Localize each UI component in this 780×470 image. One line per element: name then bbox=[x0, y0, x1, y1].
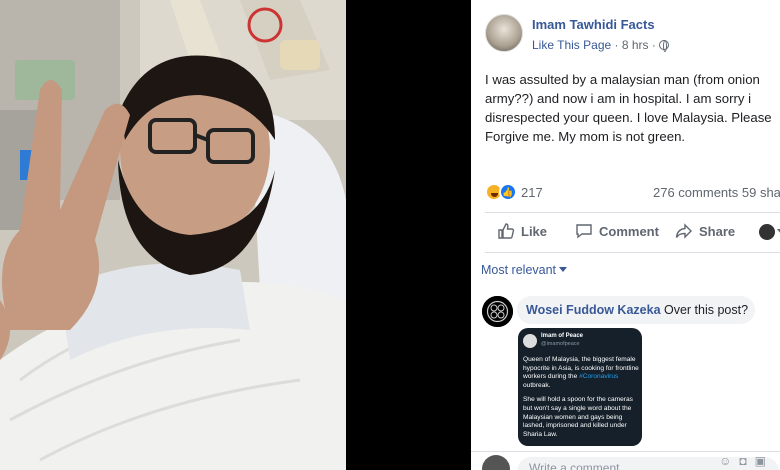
viewer-avatar bbox=[482, 455, 510, 470]
comment-button[interactable]: Comment bbox=[575, 218, 659, 246]
share-button[interactable]: Share bbox=[675, 218, 735, 246]
emoji-icon[interactable]: ☺ bbox=[719, 454, 739, 468]
like-reaction-icon[interactable]: 👍 bbox=[499, 183, 517, 201]
post-meta: Like This Page · 8 hrs · bbox=[532, 38, 670, 52]
comment-list: Wosei Fuddow Kazeka Over this post? Imam… bbox=[471, 287, 780, 470]
viewer-background bbox=[346, 0, 471, 470]
hospital-selfie-image bbox=[0, 0, 346, 470]
comment-sort-dropdown[interactable]: Most relevant bbox=[481, 263, 568, 277]
reactions-bar: 👍 217 276 comments 59 shares bbox=[485, 183, 780, 203]
tweet-avatar bbox=[523, 334, 537, 348]
tweet-hashtag: #Coronavirus bbox=[579, 373, 619, 381]
post-as-avatar[interactable] bbox=[759, 224, 775, 240]
sort-label: Most relevant bbox=[481, 263, 557, 277]
like-button[interactable]: Like bbox=[497, 218, 547, 246]
divider bbox=[485, 212, 780, 213]
composer-icons: ☺◘▣ bbox=[719, 454, 774, 468]
tweet-handle: @imamofpeace bbox=[541, 341, 580, 347]
divider bbox=[485, 252, 780, 253]
post-time[interactable]: 8 hrs bbox=[622, 38, 649, 52]
reaction-count[interactable]: 217 bbox=[521, 185, 543, 200]
tweet-author-name: Imam of Peace bbox=[541, 333, 584, 339]
comment-composer: Write a comment... ☺◘▣ bbox=[471, 451, 780, 470]
meta-separator: · bbox=[614, 38, 622, 52]
page-avatar[interactable] bbox=[485, 14, 523, 52]
page-name-link[interactable]: Imam Tawhidi Facts bbox=[532, 17, 655, 32]
commenter-avatar-image bbox=[482, 296, 513, 327]
tweet-body: Queen of Malaysia, the biggest female hy… bbox=[523, 356, 639, 445]
like-label: Like bbox=[521, 224, 548, 239]
chevron-down-icon bbox=[559, 267, 568, 272]
comment-text: Over this post? bbox=[664, 303, 749, 317]
comment-label: Comment bbox=[599, 224, 659, 239]
commenter-avatar[interactable] bbox=[482, 296, 513, 327]
comment-bubble: Wosei Fuddow Kazeka Over this post? bbox=[517, 296, 755, 324]
meta-separator: · bbox=[651, 38, 660, 52]
comment-attached-image[interactable]: Imam of Peace @imamofpeace Queen of Mala… bbox=[518, 328, 642, 446]
globe-icon bbox=[659, 40, 670, 52]
share-label: Share bbox=[699, 224, 736, 239]
tweet-text: She will hold a spoon for the cameras bu… bbox=[523, 396, 633, 438]
camera-icon[interactable]: ◘ bbox=[739, 454, 754, 468]
comments-shares-count[interactable]: 276 comments 59 shares bbox=[653, 185, 780, 200]
gif-icon[interactable]: ▣ bbox=[755, 454, 774, 468]
post-actions: Like Comment Share bbox=[485, 218, 780, 246]
post-text: I was assulted by a malaysian man (from … bbox=[485, 72, 772, 144]
share-icon bbox=[675, 223, 692, 239]
thumbs-up-icon bbox=[498, 223, 515, 239]
comment-icon bbox=[576, 224, 592, 239]
like-page-link[interactable]: Like This Page bbox=[532, 38, 611, 52]
tweet-text: outbreak. bbox=[523, 381, 551, 389]
comment-author-link[interactable]: Wosei Fuddow Kazeka bbox=[526, 303, 661, 317]
post-panel: Imam Tawhidi Facts Like This Page · 8 hr… bbox=[471, 0, 780, 470]
post-header: Imam Tawhidi Facts Like This Page · 8 hr… bbox=[485, 14, 780, 54]
post-photo[interactable] bbox=[0, 0, 346, 470]
